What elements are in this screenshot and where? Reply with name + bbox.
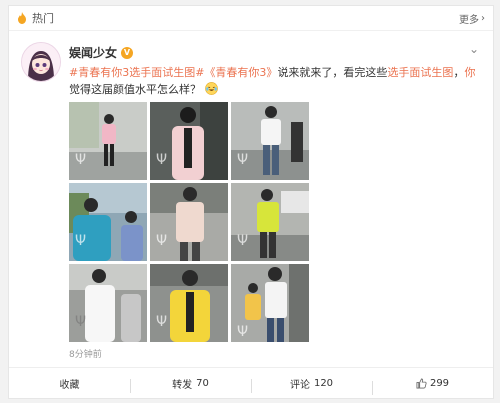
photo-thumbnail[interactable]: Ψ [150,264,228,342]
repost-count: 70 [196,377,209,389]
author-name[interactable]: 娱闻少女 [69,44,117,61]
laughing-tears-emoji-icon [204,82,218,95]
hot-label: 热门 [32,12,54,25]
comment-button[interactable]: 评论 120 [251,376,372,393]
action-bar: 收藏 转发 70 评论 120 299 [9,367,493,398]
favorite-label: 收藏 [59,379,80,391]
svg-text:Ψ: Ψ [237,233,248,249]
avatar[interactable] [21,42,61,82]
text-segment: 说来就来了，看完这些 [277,66,388,79]
photo-grid: Ψ Ψ Ψ Ψ Ψ Ψ Ψ Ψ Ψ [69,102,309,342]
more-link[interactable]: 更多 › [459,11,485,26]
svg-text:Ψ: Ψ [75,152,86,168]
topic-tag-link[interactable]: #青春有你3选手面试生图# [69,66,204,79]
author-row: 娱闻少女 V [69,44,134,61]
svg-text:Ψ: Ψ [156,314,167,330]
repost-label: 转发 [172,379,193,391]
photo-thumbnail[interactable]: Ψ [231,183,309,261]
post-menu-chevron-down-icon[interactable]: ⌄ [469,42,479,56]
chevron-right-icon: › [481,12,485,24]
like-button[interactable]: 299 [372,377,493,395]
svg-text:Ψ: Ψ [237,152,248,168]
show-title-link[interactable]: 《青春有你3》 [204,66,277,79]
photo-thumbnail[interactable]: Ψ [150,102,228,180]
weibo-card: 热门 更多 › 娱闻少女 V ⌄ #青春有你3选手面试生图#《青春有你3》说来就… [8,5,494,399]
photo-thumbnail[interactable]: Ψ [231,264,309,342]
svg-text:Ψ: Ψ [156,233,167,249]
photo-thumbnail[interactable]: Ψ [69,183,147,261]
comment-count: 120 [313,377,334,389]
avatar-image [22,43,60,81]
verified-badge-icon: V [121,46,134,59]
svg-text:Ψ: Ψ [237,324,248,340]
photo-thumbnail[interactable]: Ψ [231,102,309,180]
comment-label: 评论 [289,379,310,391]
svg-text:Ψ: Ψ [75,233,86,249]
repost-button[interactable]: 转发 70 [130,376,251,393]
fire-icon [18,12,26,24]
photo-thumbnail[interactable]: Ψ [69,264,147,342]
highlight-keyword: 选手面试生图 [387,66,454,79]
text-segment: ， [453,66,465,79]
svg-text:Ψ: Ψ [75,314,86,330]
thumbs-up-icon [416,378,427,388]
svg-text:Ψ: Ψ [156,152,167,168]
highlight-keyword: 你 [464,66,476,79]
post-text: #青春有你3选手面试生图#《青春有你3》说来就来了，看完这些选手面试生图，你觉得… [69,64,479,98]
more-label: 更多 [459,14,479,26]
like-count: 299 [429,377,450,389]
favorite-button[interactable]: 收藏 [9,376,130,391]
text-segment: 觉得这届颜值水平怎么样？ [69,83,201,96]
post-timestamp: 8分钟前 [69,350,102,360]
hot-header: 热门 更多 › [9,6,493,31]
photo-thumbnail[interactable]: Ψ [150,183,228,261]
photo-thumbnail[interactable]: Ψ [69,102,147,180]
